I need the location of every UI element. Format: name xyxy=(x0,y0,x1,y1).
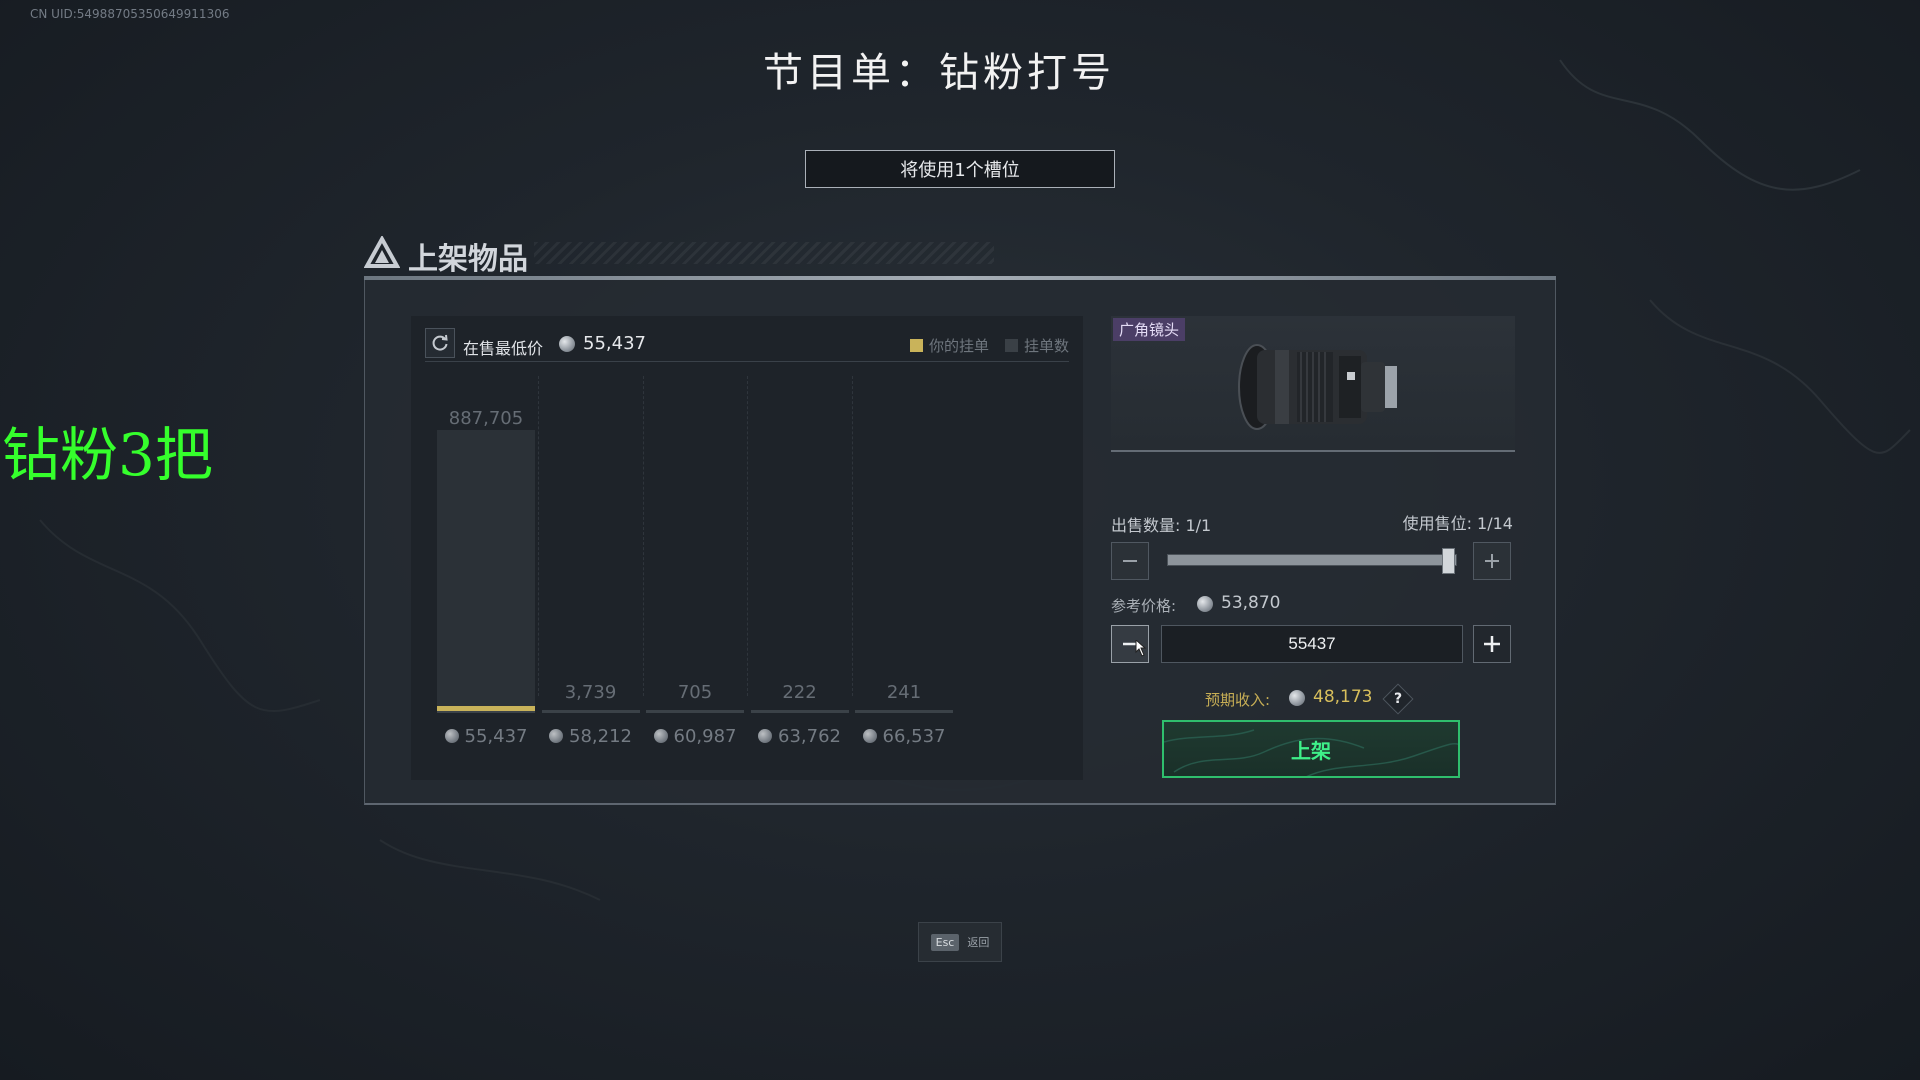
coin-icon xyxy=(1289,690,1305,706)
expected-income-label: 预期收入: xyxy=(1205,691,1271,709)
bar-count-label: 222 xyxy=(782,682,817,703)
bar-separator xyxy=(538,376,539,696)
bar xyxy=(437,430,535,710)
panel-title: 上架物品 xyxy=(408,242,528,277)
coin-icon xyxy=(758,729,772,743)
plus-icon xyxy=(1484,636,1500,652)
bar-price-label: 66,537 xyxy=(855,726,953,747)
price-distribution-chart: 在售最低价 55,437 你的挂单 挂单数 887,705 55,437 3,739… xyxy=(411,316,1083,780)
bar-column: 3,739 58,212 xyxy=(541,376,644,750)
lowest-price-label: 在售最低价 xyxy=(463,339,544,358)
chart-header: 在售最低价 55,437 你的挂单 挂单数 xyxy=(425,326,1069,362)
bar-count-label: 887,705 xyxy=(448,408,524,429)
plus-icon xyxy=(1485,554,1499,568)
panel-header: 上架物品 xyxy=(364,232,1556,280)
bar-column: 222 63,762 xyxy=(750,376,853,750)
legend-own-listing: 你的挂单 xyxy=(909,335,989,356)
camera-lens-image xyxy=(1238,344,1397,430)
bar-base-line xyxy=(646,710,744,713)
bar-count-label: 241 xyxy=(886,682,922,703)
esc-back-label: 返回 xyxy=(967,936,990,949)
help-symbol: ? xyxy=(1393,691,1403,707)
list-item-button[interactable]: 上架 xyxy=(1162,720,1460,778)
coin-icon xyxy=(444,729,459,743)
quantity-slider-fill xyxy=(1168,555,1456,565)
header-stripe xyxy=(534,242,994,264)
stream-overlay-note: 钻粉3把 xyxy=(2,421,213,489)
listing-price-input[interactable] xyxy=(1161,625,1463,663)
bar-price-value: 58,212 xyxy=(569,726,632,747)
program-title: 节目单：钻粉打号 xyxy=(763,50,1115,96)
item-category-tag: 广角镜头 xyxy=(1113,318,1186,341)
bar-separator xyxy=(642,376,644,696)
bar-price-label: 63,762 xyxy=(751,726,849,747)
bar-separator xyxy=(747,376,748,696)
item-card: 广角镜头 xyxy=(1111,316,1515,452)
minus-icon xyxy=(1123,560,1137,562)
mouse-cursor-icon xyxy=(1135,640,1147,657)
bar-price-value: 66,537 xyxy=(882,726,946,747)
bar-column: 705 60,987 xyxy=(646,376,748,750)
bar-count-label: 3,739 xyxy=(564,682,617,703)
bar-price-label: 58,212 xyxy=(542,726,640,747)
reference-price-value: 53,870 xyxy=(1221,593,1281,613)
coin-icon xyxy=(653,729,668,743)
bar-count-label: 705 xyxy=(677,682,713,703)
bar-base-line xyxy=(541,710,640,713)
bar-price-value: 63,762 xyxy=(778,726,841,747)
bar-base-line xyxy=(855,710,953,713)
bar-price-value: 55,437 xyxy=(464,726,528,747)
coin-icon xyxy=(862,729,877,743)
bar-price-label: 60,987 xyxy=(646,726,744,747)
quantity-slider[interactable] xyxy=(1167,554,1457,566)
lowest-price-value: 55,437 xyxy=(583,333,646,354)
bar-price-value: 60,987 xyxy=(673,726,737,747)
slot-usage-notice: 将使用1个槽位 xyxy=(805,150,1115,188)
coin-icon xyxy=(559,336,575,352)
reference-price-label: 参考价格: xyxy=(1111,597,1177,615)
bar-column: 241 66,537 xyxy=(855,376,953,750)
bar-column: 887,705 55,437 xyxy=(437,376,539,750)
legend-swatch-count xyxy=(1004,339,1018,352)
bar-separator xyxy=(851,376,853,696)
price-increase-button[interactable] xyxy=(1473,625,1511,663)
esc-back-hint[interactable]: Esc 返回 xyxy=(918,922,1002,962)
listing-panel: 在售最低价 55,437 你的挂单 挂单数 887,705 55,437 3,739… xyxy=(364,280,1556,805)
sell-quantity-label: 出售数量: 1/1 xyxy=(1111,516,1212,535)
refresh-button[interactable] xyxy=(425,328,455,358)
quantity-decrease-button[interactable] xyxy=(1111,542,1149,580)
list-item-button-label: 上架 xyxy=(1291,738,1331,763)
used-slots-label: 使用售位: 1/14 xyxy=(1402,514,1513,533)
coin-icon xyxy=(549,729,563,743)
expected-income-value: 48,173 xyxy=(1313,687,1373,707)
help-icon[interactable]: ? xyxy=(1382,683,1414,715)
user-uid: CN UID:54988705350649911306 xyxy=(30,7,230,21)
refresh-icon xyxy=(432,334,448,351)
legend-own-label: 你的挂单 xyxy=(928,337,989,355)
expected-income-row: 预期收入: 48,173 ? xyxy=(1205,683,1505,715)
legend-swatch-own xyxy=(909,339,923,352)
triangle-logo-icon xyxy=(364,236,400,268)
legend-listing-count: 挂单数 xyxy=(1004,335,1069,356)
quantity-slider-handle[interactable] xyxy=(1442,548,1455,574)
own-listing-marker xyxy=(437,706,535,711)
bar-price-label: 55,437 xyxy=(437,726,535,747)
legend-count-label: 挂单数 xyxy=(1023,337,1069,355)
bar-base-line xyxy=(750,710,849,713)
chart-legend: 你的挂单 挂单数 xyxy=(909,335,1069,356)
coin-icon xyxy=(1197,596,1213,612)
quantity-increase-button[interactable] xyxy=(1473,542,1511,580)
esc-key: Esc xyxy=(930,933,960,951)
